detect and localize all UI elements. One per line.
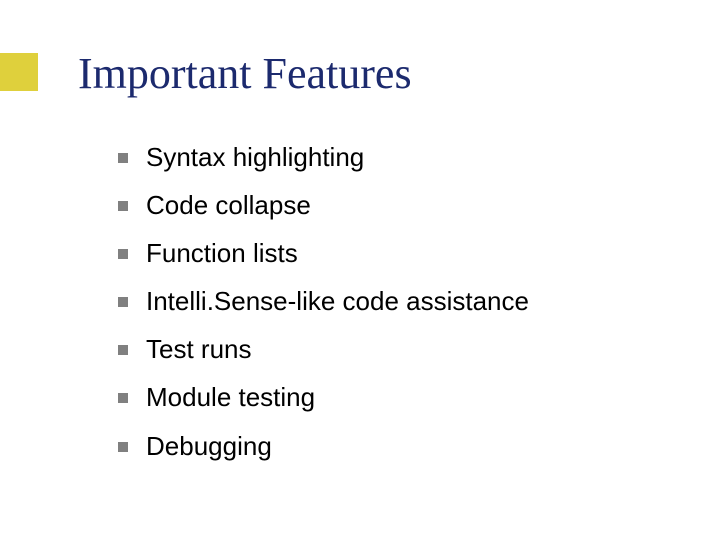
list-item-text: Code collapse xyxy=(146,188,311,223)
list-item-text: Debugging xyxy=(146,429,272,464)
list-item: Module testing xyxy=(118,380,680,415)
bullet-icon xyxy=(118,393,128,403)
bullet-list: Syntax highlighting Code collapse Functi… xyxy=(118,140,680,477)
list-item-text: Intelli.Sense-like code assistance xyxy=(146,284,529,319)
list-item: Syntax highlighting xyxy=(118,140,680,175)
slide-title: Important Features xyxy=(78,48,412,99)
bullet-icon xyxy=(118,249,128,259)
list-item: Intelli.Sense-like code assistance xyxy=(118,284,680,319)
list-item: Test runs xyxy=(118,332,680,367)
list-item-text: Syntax highlighting xyxy=(146,140,364,175)
bullet-icon xyxy=(118,201,128,211)
bullet-icon xyxy=(118,345,128,355)
list-item-text: Test runs xyxy=(146,332,252,367)
list-item: Code collapse xyxy=(118,188,680,223)
list-item: Debugging xyxy=(118,429,680,464)
list-item: Function lists xyxy=(118,236,680,271)
bullet-icon xyxy=(118,297,128,307)
list-item-text: Function lists xyxy=(146,236,298,271)
list-item-text: Module testing xyxy=(146,380,315,415)
bullet-icon xyxy=(118,442,128,452)
bullet-icon xyxy=(118,153,128,163)
title-accent-block xyxy=(0,53,38,91)
slide: Important Features Syntax highlighting C… xyxy=(0,0,720,540)
